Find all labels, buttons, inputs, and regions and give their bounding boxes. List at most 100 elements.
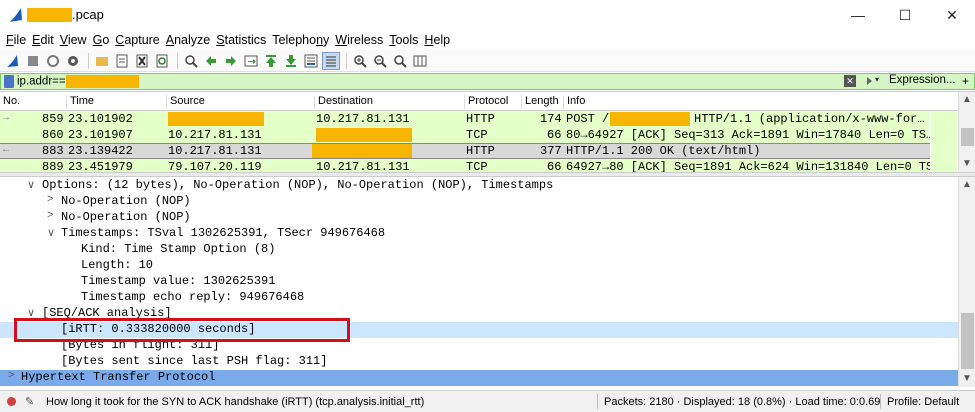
filter-history-dropdown-icon[interactable]: ▾ [875, 75, 885, 87]
cell-length: 174 [540, 112, 562, 126]
maximize-button[interactable]: ☐ [882, 0, 928, 30]
packet-details-scrollbar[interactable]: ▲ ▼ [958, 177, 975, 387]
cell-source: 10.217.81.131 [168, 144, 262, 158]
collapsed-caret-icon[interactable]: > [8, 370, 15, 382]
cell-time: 23.101907 [68, 128, 133, 142]
scroll-up-icon[interactable]: ▲ [962, 179, 972, 190]
column-header-time[interactable]: Time [66, 95, 94, 109]
cell-no: 883 [42, 144, 64, 158]
menu-file[interactable]: File [6, 33, 26, 47]
packet-row[interactable]: 889 23.451979 79.107.20.119 10.217.81.13… [0, 159, 930, 173]
normal-size-icon[interactable] [391, 52, 409, 70]
scrollbar-thumb[interactable] [961, 313, 974, 369]
first-packet-icon[interactable] [262, 52, 280, 70]
minimize-button[interactable]: — [835, 0, 881, 30]
tree-leaf[interactable]: Timestamp echo reply: 949676468 [0, 290, 958, 306]
capture-options-icon[interactable] [64, 52, 82, 70]
scroll-down-icon[interactable]: ▼ [962, 373, 972, 384]
column-header-info[interactable]: Info [563, 95, 585, 109]
column-header-length[interactable]: Length [521, 95, 559, 109]
tree-leaf[interactable]: [Bytes sent since last PSH flag: 311] [0, 354, 958, 370]
packet-row[interactable]: 860 23.101907 10.217.81.131 TCP 66 80→64… [0, 127, 934, 143]
packet-list-scrollbar[interactable]: ▲ ▼ [958, 92, 975, 173]
edit-comment-icon[interactable]: ✎ [25, 395, 34, 408]
last-packet-icon[interactable] [282, 52, 300, 70]
open-file-icon[interactable] [93, 52, 111, 70]
tree-node-label: Timestamps: TSval 1302625391, TSecr 9496… [61, 226, 386, 240]
menu-wireless[interactable]: Wireless [335, 33, 383, 47]
cell-info: 80→64927 [ACK] Seq=313 Ack=1891 Win=1784… [566, 128, 934, 142]
tree-leaf[interactable]: Timestamp value: 1302625391 [0, 274, 958, 290]
zoom-in-icon[interactable] [351, 52, 369, 70]
packet-row-selected[interactable]: ← 883 23.139422 10.217.81.131 HTTP 377 H… [0, 143, 930, 159]
column-header-source[interactable]: Source [166, 95, 205, 109]
reload-file-icon[interactable] [153, 52, 171, 70]
menu-tools[interactable]: Tools [389, 33, 418, 47]
cell-length: 377 [540, 144, 562, 158]
restart-capture-icon[interactable] [44, 52, 62, 70]
profile-label[interactable]: Profile: Default [887, 396, 959, 408]
close-button[interactable]: ✕ [929, 0, 975, 30]
column-header-destination[interactable]: Destination [314, 95, 373, 109]
scroll-down-icon[interactable]: ▼ [962, 158, 972, 169]
clear-filter-icon[interactable]: ✕ [844, 75, 856, 87]
cell-no: 860 [42, 128, 64, 142]
toolbar-separator [346, 52, 347, 69]
tree-node-nop[interactable]: > No-Operation (NOP) [0, 194, 958, 210]
scroll-up-icon[interactable]: ▲ [962, 94, 972, 105]
tree-leaf[interactable]: Kind: Time Stamp Option (8) [0, 242, 958, 258]
expanded-caret-icon[interactable]: ∨ [27, 178, 35, 192]
menu-statistics[interactable]: Statistics [216, 33, 266, 47]
expanded-caret-icon[interactable]: ∨ [47, 226, 55, 240]
main-toolbar [0, 50, 975, 72]
tree-leaf-label: Length: 10 [81, 258, 154, 272]
colorize-icon[interactable] [322, 51, 340, 70]
scrollbar-thumb[interactable] [961, 128, 974, 146]
resize-columns-icon[interactable] [411, 52, 429, 70]
packet-minimap[interactable] [931, 111, 957, 173]
find-packet-icon[interactable] [182, 52, 200, 70]
go-to-packet-icon[interactable] [242, 52, 260, 70]
tree-leaf-label: Kind: Time Stamp Option (8) [81, 242, 276, 256]
packet-row[interactable]: → 859 23.101902 10.217.81.131 HTTP 174 P… [0, 111, 930, 127]
request-arrow-icon: → [3, 113, 10, 124]
tree-node-nop[interactable]: > No-Operation (NOP) [0, 210, 958, 226]
menu-help[interactable]: Help [424, 33, 450, 47]
packet-details-tree: ∨ Options: (12 bytes), No-Operation (NOP… [0, 177, 958, 387]
save-file-icon[interactable] [113, 52, 131, 70]
toolbar-separator [88, 52, 89, 69]
stop-capture-icon[interactable] [24, 52, 42, 70]
menu-view[interactable]: View [60, 33, 87, 47]
collapsed-caret-icon[interactable]: > [47, 210, 54, 222]
menu-analyze[interactable]: Analyze [166, 33, 210, 47]
column-header-protocol[interactable]: Protocol [464, 95, 508, 109]
zoom-out-icon[interactable] [371, 52, 389, 70]
tree-node-http[interactable]: > Hypertext Transfer Protocol [0, 370, 958, 386]
status-divider [880, 394, 881, 409]
display-filter-input[interactable]: ip.addr== [17, 75, 139, 88]
menu-telephony[interactable]: Telephony [272, 33, 329, 47]
tree-node-options[interactable]: ∨ Options: (12 bytes), No-Operation (NOP… [0, 178, 958, 194]
go-forward-icon[interactable] [222, 52, 240, 70]
tree-node-timestamps[interactable]: ∨ Timestamps: TSval 1302625391, TSecr 94… [0, 226, 958, 242]
tree-leaf[interactable]: Length: 10 [0, 258, 958, 274]
tree-node-label: No-Operation (NOP) [61, 194, 191, 208]
cell-destination: 10.217.81.131 [316, 112, 410, 126]
go-back-icon[interactable] [202, 52, 220, 70]
collapsed-caret-icon[interactable]: > [47, 194, 54, 206]
column-header-no[interactable]: No. [0, 95, 20, 109]
menu-go[interactable]: Go [93, 33, 110, 47]
toolbar-separator [177, 52, 178, 69]
expression-button[interactable]: Expression... [889, 74, 955, 86]
menu-edit[interactable]: Edit [32, 33, 54, 47]
tree-node-label: No-Operation (NOP) [61, 210, 191, 224]
expert-info-icon[interactable] [7, 397, 16, 406]
filter-expression-text: ip.addr== [17, 75, 66, 88]
close-file-icon[interactable] [133, 52, 151, 70]
menu-capture[interactable]: Capture [115, 33, 159, 47]
add-filter-button[interactable]: + [962, 74, 969, 88]
start-capture-icon[interactable] [4, 52, 22, 70]
apply-filter-icon[interactable] [859, 75, 873, 87]
auto-scroll-icon[interactable] [302, 52, 320, 70]
filter-bookmark-icon[interactable] [4, 75, 14, 88]
